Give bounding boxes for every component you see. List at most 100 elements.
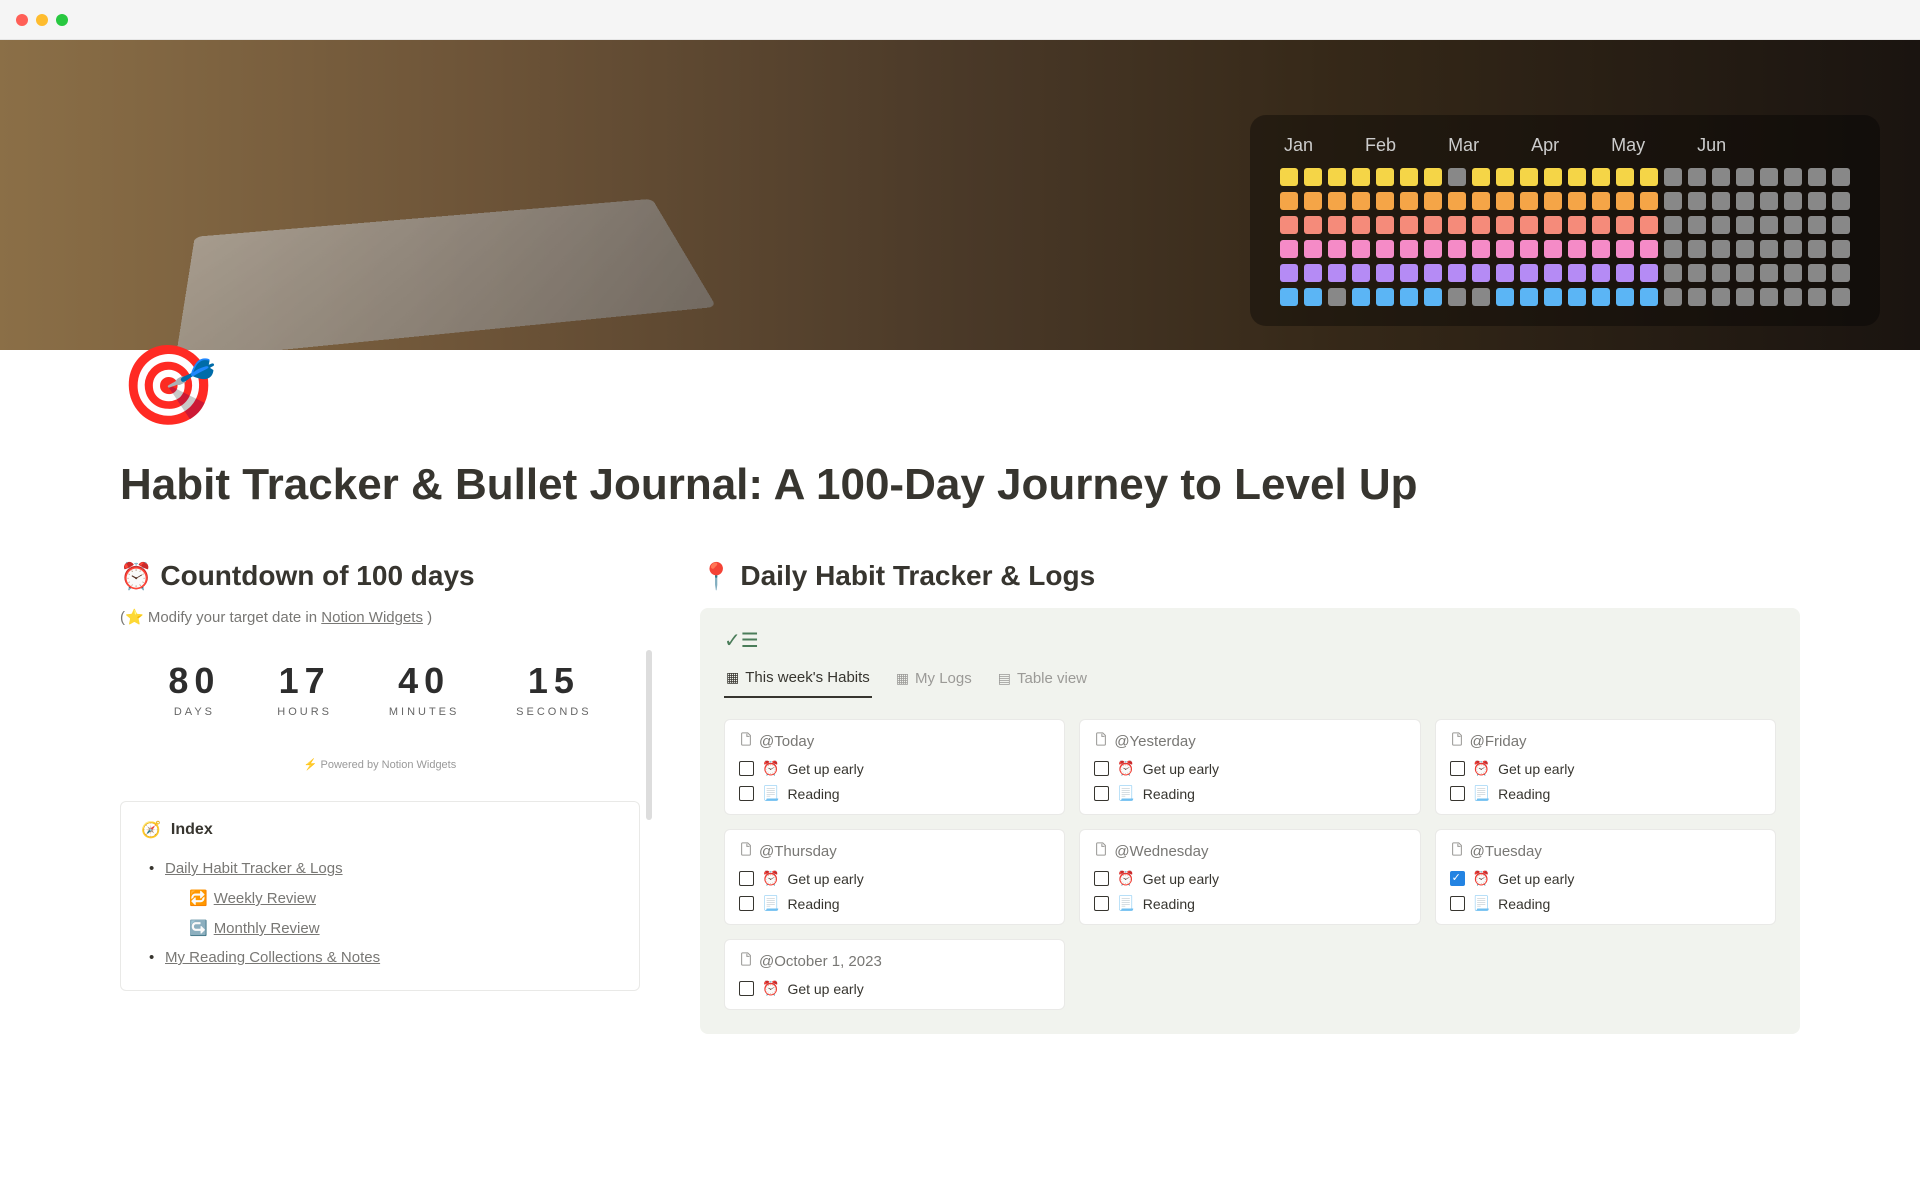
heatmap-cell [1568,216,1586,234]
habit-card[interactable]: @Thursday⏰Get up early📃Reading [724,829,1065,925]
habit-label: Get up early [1498,761,1574,777]
heatmap-cell [1832,240,1850,258]
countdown-minutes-label: MINUTES [389,706,460,718]
heatmap-cell [1568,192,1586,210]
heatmap-cell [1688,192,1706,210]
habit-emoji: 📃 [1117,895,1134,912]
habit-checkbox[interactable] [1450,761,1465,776]
habit-checkbox[interactable] [1094,786,1109,801]
heatmap-cell [1784,168,1802,186]
habit-card[interactable]: @Yesterday⏰Get up early📃Reading [1079,719,1420,815]
habit-label: Get up early [787,981,863,997]
heatmap-cell [1736,240,1754,258]
heatmap-cell [1760,264,1778,282]
habit-checkbox[interactable] [739,786,754,801]
heatmap-cell [1784,216,1802,234]
heatmap-cell [1280,240,1298,258]
habit-card[interactable]: @Wednesday⏰Get up early📃Reading [1079,829,1420,925]
notion-widgets-link[interactable]: Notion Widgets [321,609,423,626]
heatmap-cell [1664,288,1682,306]
heatmap-cell [1376,240,1394,258]
page-icon[interactable]: 🎯 [120,340,217,432]
view-icon: ▤ [998,670,1011,687]
heatmap-cell [1832,168,1850,186]
index-item-label: Weekly Review [214,890,316,907]
heatmap-cell [1712,216,1730,234]
maximize-window-button[interactable] [56,14,68,26]
heatmap-cell [1400,168,1418,186]
cover-image[interactable]: JanFebMarAprMayJun [0,40,1920,350]
habit-row: 📃Reading [1094,785,1405,802]
index-item[interactable]: Daily Habit Tracker & Logs [141,854,619,883]
habit-label: Get up early [1143,761,1219,777]
habit-checkbox[interactable] [1450,896,1465,911]
heatmap-cell [1760,288,1778,306]
habit-checkbox[interactable] [1094,761,1109,776]
habit-emoji: 📃 [1473,895,1490,912]
heatmap-cell [1376,288,1394,306]
page-title[interactable]: Habit Tracker & Bullet Journal: A 100-Da… [120,460,1800,510]
habit-row: ⏰Get up early [739,760,1050,777]
card-header: @Wednesday [1094,842,1405,860]
card-title: @Yesterday [1114,733,1195,750]
heatmap-cell [1280,168,1298,186]
heatmap-cell [1496,288,1514,306]
habit-checkbox[interactable] [1094,871,1109,886]
habit-checkbox[interactable] [1094,896,1109,911]
heatmap-cell [1448,216,1466,234]
index-item[interactable]: My Reading Collections & Notes [141,943,619,972]
heatmap-cell [1328,168,1346,186]
heatmap-cell [1664,192,1682,210]
index-item[interactable]: 🔁Weekly Review [141,883,619,913]
habit-checkbox[interactable] [1450,786,1465,801]
heatmap-cell [1688,216,1706,234]
index-item-icon: ↪️ [189,920,208,937]
habit-checkbox[interactable] [739,761,754,776]
heatmap-cell [1472,288,1490,306]
close-window-button[interactable] [16,14,28,26]
heatmap-cell [1448,264,1466,282]
habit-card[interactable]: @October 1, 2023⏰Get up early [724,939,1065,1010]
index-item[interactable]: ↪️Monthly Review [141,913,619,943]
heatmap-cell [1472,168,1490,186]
habit-checkbox[interactable] [739,896,754,911]
heatmap-cell [1736,288,1754,306]
habit-card[interactable]: @Friday⏰Get up early📃Reading [1435,719,1776,815]
heatmap-cell [1808,288,1826,306]
heatmap-cell [1520,168,1538,186]
heatmap-cell [1760,192,1778,210]
scrollbar[interactable] [646,650,652,820]
heatmap-cell [1280,288,1298,306]
database-tab[interactable]: ▦This week's Habits [724,663,872,698]
heatmap-cell [1664,240,1682,258]
heatmap-cell [1424,192,1442,210]
heatmap-cell [1832,216,1850,234]
habit-card[interactable]: @Today⏰Get up early📃Reading [724,719,1065,815]
heatmap-cell [1616,192,1634,210]
heatmap-cell [1784,264,1802,282]
heatmap-cell [1808,264,1826,282]
heatmap-cell [1592,288,1610,306]
minimize-window-button[interactable] [36,14,48,26]
heatmap-cell [1760,216,1778,234]
habit-checkbox[interactable] [1450,871,1465,886]
heatmap-cell [1784,192,1802,210]
habit-row: ⏰Get up early [1094,870,1405,887]
habit-checkbox[interactable] [739,871,754,886]
heatmap-cell [1496,240,1514,258]
habit-card[interactable]: @Tuesday⏰Get up early📃Reading [1435,829,1776,925]
heatmap-cell [1592,240,1610,258]
heatmap-cell [1472,216,1490,234]
heatmap-cell [1688,168,1706,186]
heatmap-cell [1736,192,1754,210]
heatmap-cell [1376,168,1394,186]
heatmap-cell [1568,240,1586,258]
heatmap-cell [1304,192,1322,210]
countdown-widget: 80 DAYS 17 HOURS 40 MINUTES 15 SECONDS [120,650,640,738]
database-tab[interactable]: ▦My Logs [894,663,974,698]
tab-label: Table view [1017,670,1087,687]
database-tab[interactable]: ▤ Table view [996,663,1089,698]
habit-label: Reading [1498,786,1550,802]
habit-checkbox[interactable] [739,981,754,996]
card-header: @Friday [1450,732,1761,750]
